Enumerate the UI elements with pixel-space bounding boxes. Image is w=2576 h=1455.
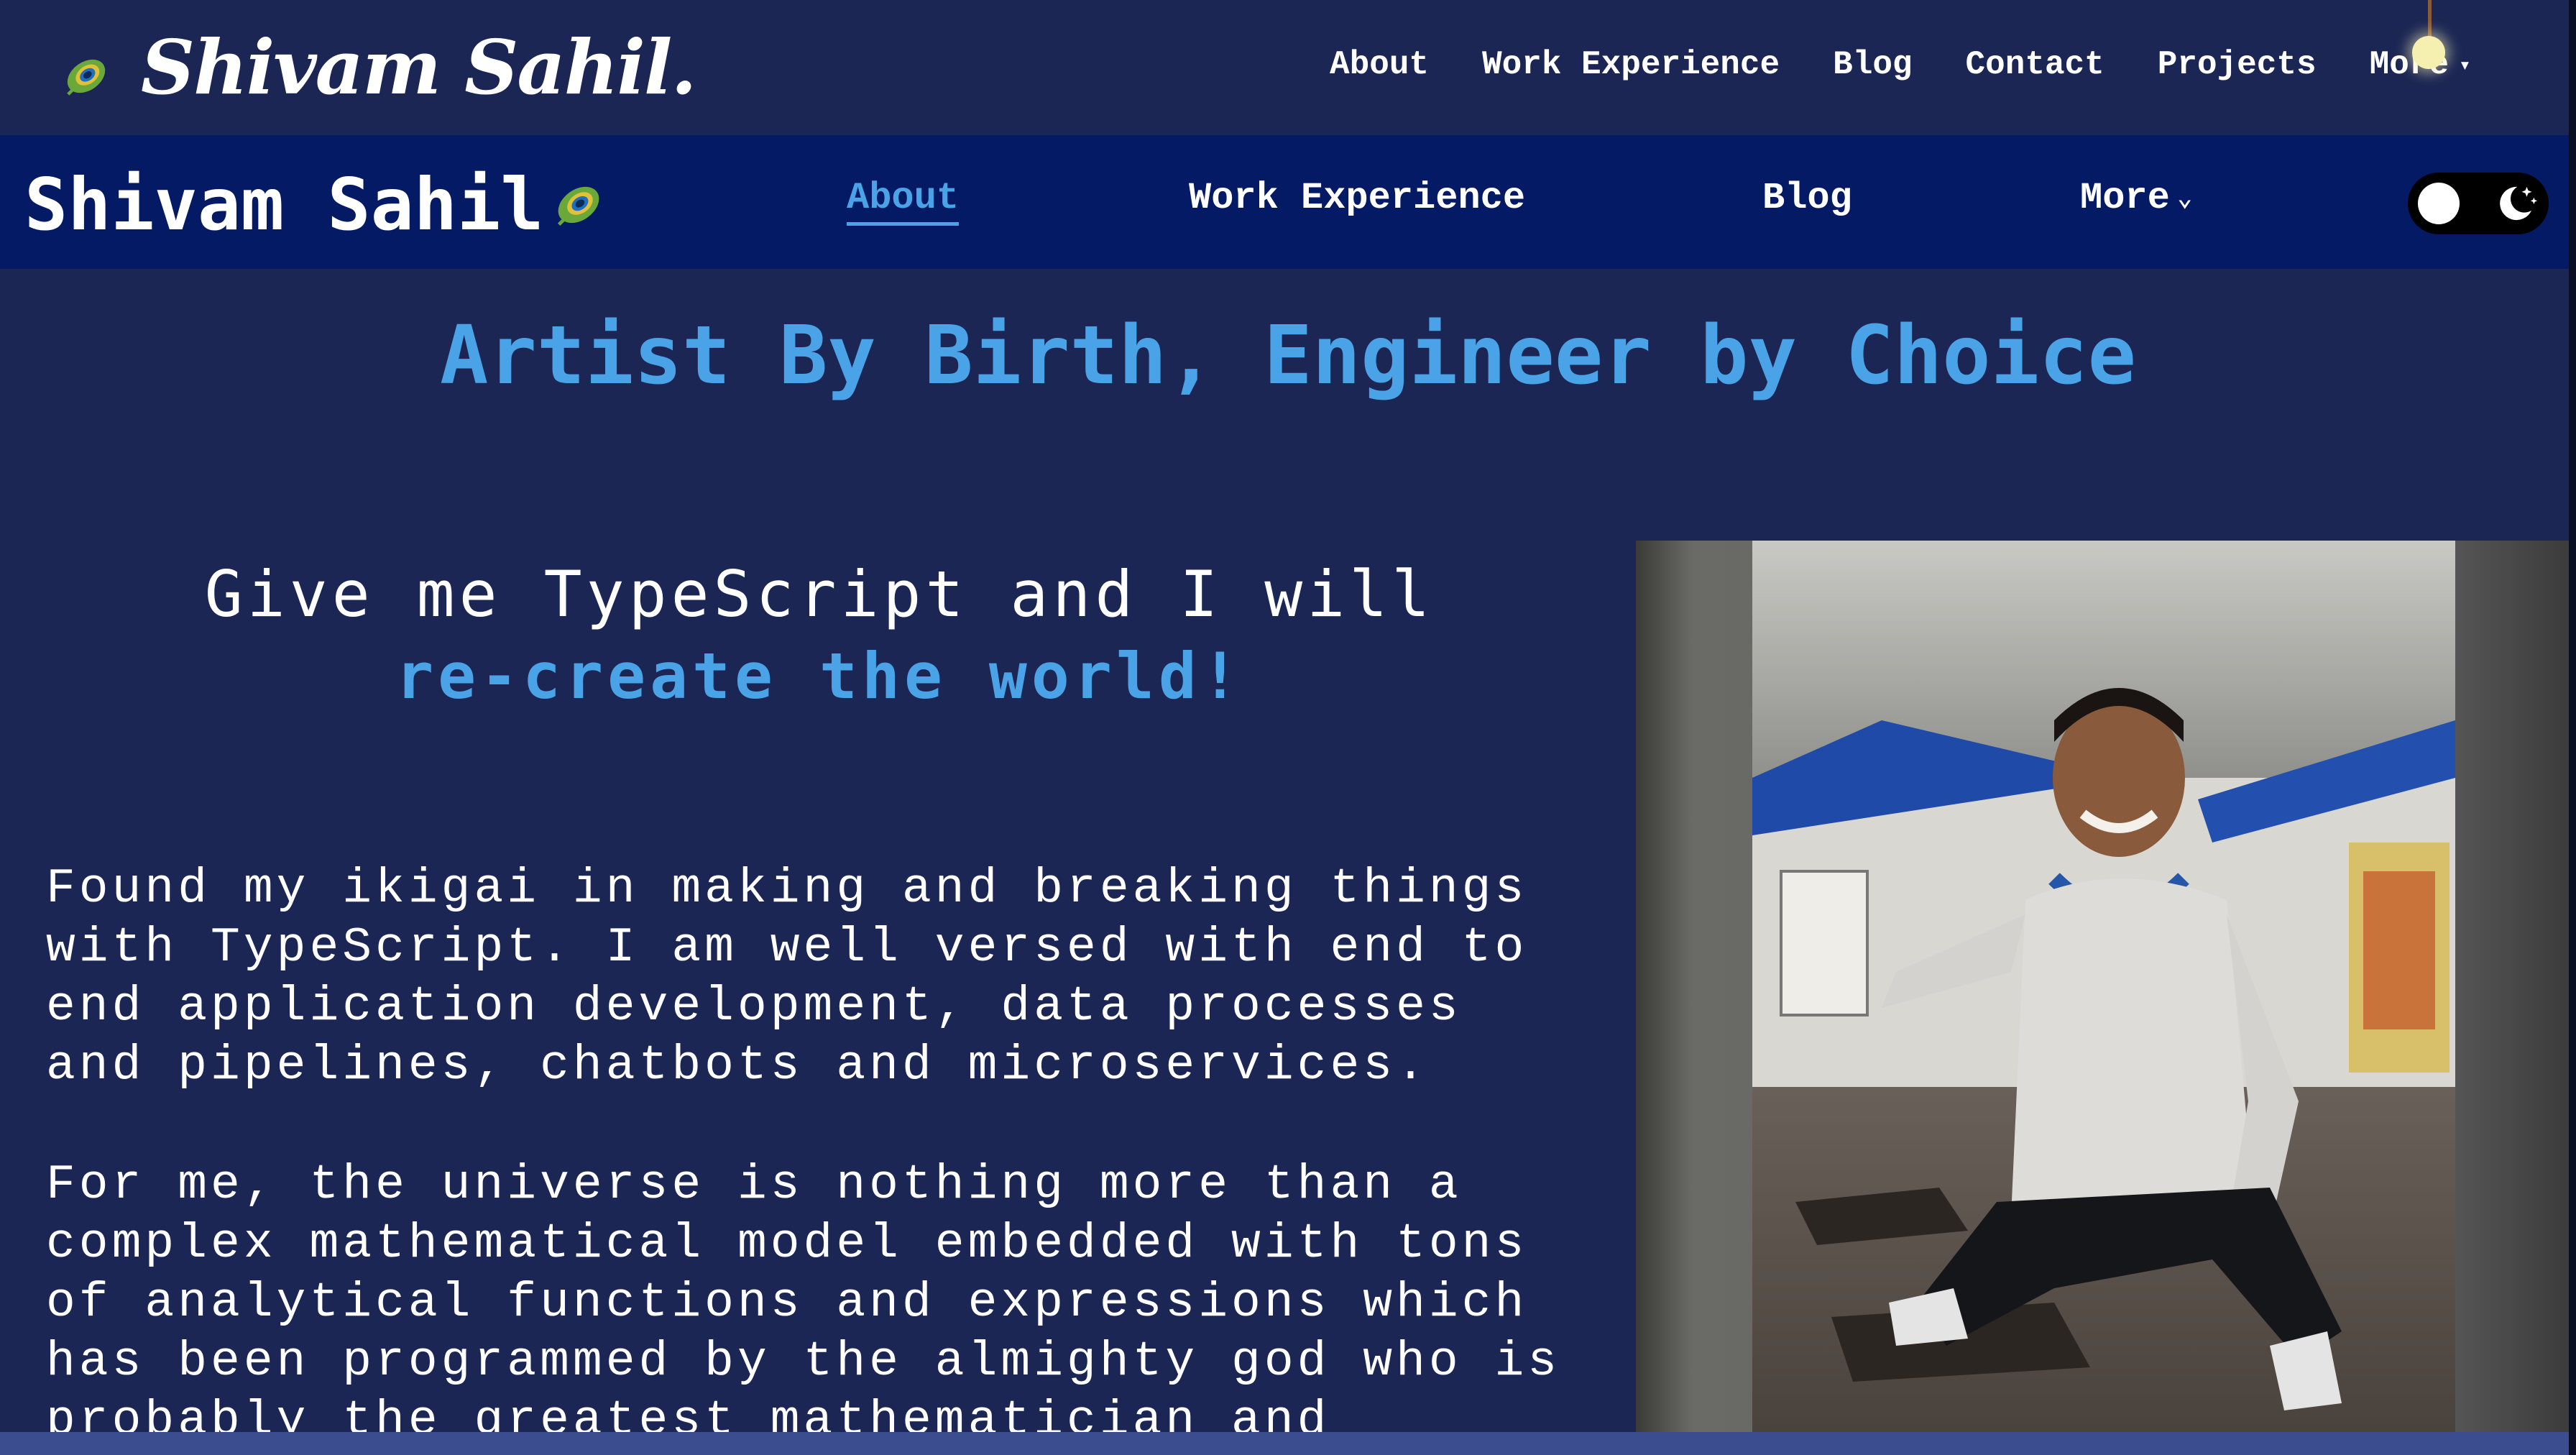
bio-line: complex mathematical model embedded with… — [46, 1216, 1528, 1272]
nav-link-blog[interactable]: Blog — [1762, 177, 1852, 219]
tagline: Give me TypeScript and I will re-create … — [29, 554, 1610, 717]
bio-line: has been programmed by the almighty god … — [46, 1334, 1561, 1390]
main-navbar: Shivam Sahil About Work Experience Blog … — [0, 135, 2576, 269]
bio-line: with TypeScript. I am well versed with e… — [46, 920, 1528, 976]
tagline-line-2: re-create the world! — [395, 639, 1243, 713]
page-bottom-strip — [0, 1432, 2576, 1455]
lamp-bulb-icon[interactable] — [2412, 36, 2445, 69]
top-logo[interactable]: Shivam Sahil. — [60, 23, 697, 111]
top-nav: About Work Experience Blog Contact Proje… — [1330, 46, 2524, 83]
theme-toggle[interactable] — [2408, 173, 2549, 234]
top-nav-projects[interactable]: Projects — [2158, 46, 2317, 83]
top-nav-blog[interactable]: Blog — [1833, 46, 1912, 83]
top-nav-contact[interactable]: Contact — [1966, 46, 2104, 83]
bio-line: and pipelines, chatbots and microservice… — [46, 1038, 1429, 1093]
hero-title: Artist By Birth, Engineer by Choice — [439, 309, 2137, 403]
main-nav-links: About Work Experience Blog More ⌄ — [0, 177, 2576, 242]
toggle-knob — [2418, 183, 2460, 224]
top-navbar: Shivam Sahil. About Work Experience Blog… — [0, 0, 2576, 135]
logo-script-name: Shivam Sahil. — [141, 23, 697, 111]
photo-shade — [2455, 541, 2576, 1432]
nav-link-about[interactable]: About — [847, 177, 960, 226]
top-nav-work-experience[interactable]: Work Experience — [1482, 46, 1780, 83]
bio-line: Found my ikigai in making and breaking t… — [46, 861, 1528, 917]
nav-more-label: More — [2080, 177, 2170, 219]
profile-photo — [1752, 541, 2455, 1432]
nav-link-more-dropdown[interactable]: More ⌄ — [2080, 177, 2193, 219]
top-nav-about[interactable]: About — [1330, 46, 1429, 83]
chevron-down-icon: ⌄ — [2176, 184, 2193, 214]
nav-link-work-experience[interactable]: Work Experience — [1189, 177, 1525, 219]
moon-stars-icon — [2500, 186, 2538, 221]
bio-paragraph-1: Found my ikigai in making and breaking t… — [46, 860, 1627, 1096]
page: Shivam Sahil. About Work Experience Blog… — [0, 0, 2576, 1455]
bio-line: end application development, data proces… — [46, 979, 1462, 1034]
caret-down-icon: ▾ — [2459, 55, 2471, 78]
bio-text: Found my ikigai in making and breaking t… — [46, 860, 1627, 1455]
tagline-line-1: Give me TypeScript and I will — [204, 557, 1435, 631]
peacock-feather-icon — [67, 59, 106, 96]
bio-line: of analytical functions and expressions … — [46, 1275, 1528, 1331]
bio-line: For me, the universe is nothing more tha… — [46, 1157, 1462, 1213]
window-edge — [2569, 0, 2576, 1455]
profile-photo-frame — [1636, 541, 2576, 1432]
bio-paragraph-2: For me, the universe is nothing more tha… — [46, 1156, 1627, 1451]
